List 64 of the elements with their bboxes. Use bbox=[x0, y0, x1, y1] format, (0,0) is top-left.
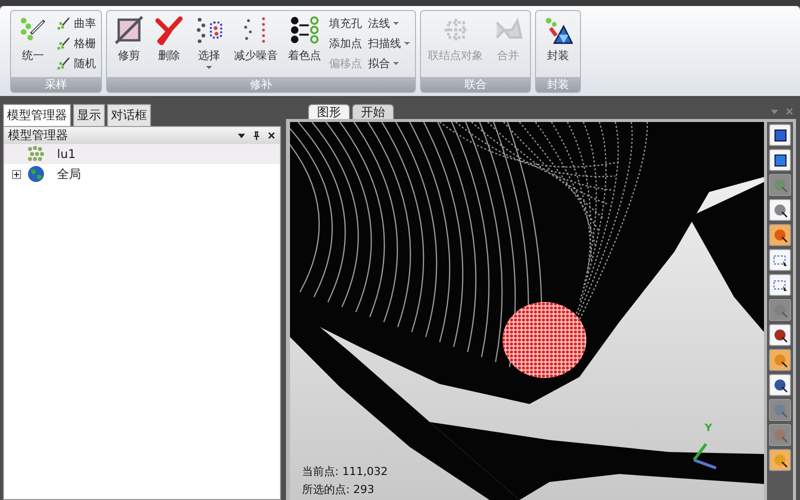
points-wand-icon bbox=[56, 16, 71, 30]
tool-icon bbox=[772, 377, 788, 393]
points-wand-icon bbox=[56, 56, 71, 70]
tool-icon bbox=[772, 327, 788, 343]
group-label: 采样 bbox=[11, 77, 101, 92]
ribbon-button[interactable]: 统一 bbox=[14, 13, 52, 75]
delete-icon bbox=[154, 15, 184, 45]
panel-tab[interactable]: 模型管理器 bbox=[3, 104, 71, 126]
panel-title: 模型管理器 bbox=[8, 127, 69, 144]
toolbar-button[interactable] bbox=[769, 374, 791, 396]
dropdown-icon[interactable] bbox=[237, 131, 246, 140]
tool-icon bbox=[772, 202, 788, 218]
ribbon-button[interactable]: 填充孔 bbox=[327, 14, 364, 32]
ribbon-button[interactable]: 封装 bbox=[539, 13, 577, 75]
tool-icon bbox=[772, 452, 788, 468]
view-tab[interactable]: 开始 bbox=[352, 104, 394, 119]
ribbon-button[interactable]: 选择 bbox=[190, 13, 228, 75]
ribbon-button[interactable]: 着色点 bbox=[284, 13, 325, 75]
tool-icon bbox=[772, 152, 788, 168]
points-wand-icon bbox=[56, 36, 71, 50]
color-points-icon bbox=[290, 15, 320, 45]
toolbar-button[interactable] bbox=[769, 199, 791, 221]
tool-icon bbox=[772, 352, 788, 368]
panel-tab[interactable]: 对话框 bbox=[107, 104, 151, 126]
tool-icon bbox=[772, 402, 788, 418]
tool-icon bbox=[772, 177, 788, 193]
point-cloud-icon bbox=[27, 145, 45, 163]
ribbon-button[interactable]: 曲率 bbox=[54, 14, 98, 32]
tree-item[interactable]: lu1 bbox=[4, 144, 280, 164]
group-label: 封装 bbox=[536, 77, 580, 92]
expand-icon[interactable] bbox=[12, 170, 21, 178]
tool-icon bbox=[772, 427, 788, 443]
ribbon-button[interactable]: 减少噪音 bbox=[230, 13, 282, 75]
tree-item[interactable]: 全局 bbox=[4, 164, 280, 184]
toolbar-button[interactable] bbox=[769, 124, 791, 146]
view-tab[interactable]: 图形 bbox=[308, 104, 350, 119]
status-text: 所选的点: 293 bbox=[302, 482, 376, 497]
ribbon-button[interactable]: 法线 bbox=[366, 14, 412, 32]
ribbon-button[interactable]: 修剪 bbox=[110, 13, 148, 75]
status-text: 当前点: 111,032 bbox=[302, 464, 388, 479]
caret-icon bbox=[404, 42, 410, 44]
toolbar-button[interactable] bbox=[769, 324, 791, 346]
pin-icon[interactable] bbox=[252, 131, 261, 140]
wrap-icon bbox=[543, 15, 573, 45]
group-label: 修补 bbox=[107, 77, 415, 92]
close-icon[interactable] bbox=[267, 131, 276, 140]
tool-icon bbox=[772, 227, 788, 243]
panel-tab[interactable]: 显示 bbox=[73, 104, 105, 126]
ribbon-button[interactable]: 添加点 bbox=[327, 34, 364, 52]
caret-icon bbox=[393, 22, 399, 24]
ribbon-button[interactable]: 拟合 bbox=[366, 54, 412, 72]
globe-icon bbox=[27, 165, 45, 183]
group-label: 联合 bbox=[421, 77, 530, 92]
toolbar-button[interactable] bbox=[769, 149, 791, 171]
ribbon-button[interactable]: 扫描线 bbox=[366, 34, 412, 52]
caret-icon bbox=[206, 66, 212, 69]
ribbon-button[interactable]: 删除 bbox=[150, 13, 188, 75]
select-points-icon bbox=[194, 15, 224, 45]
tool-icon bbox=[772, 127, 788, 143]
axis-label: Y bbox=[704, 423, 712, 434]
ribbon-button[interactable]: 随机 bbox=[54, 54, 98, 72]
caret-icon bbox=[393, 62, 399, 64]
ribbon-button[interactable]: 格栅 bbox=[54, 34, 98, 52]
tool-icon bbox=[772, 302, 788, 318]
